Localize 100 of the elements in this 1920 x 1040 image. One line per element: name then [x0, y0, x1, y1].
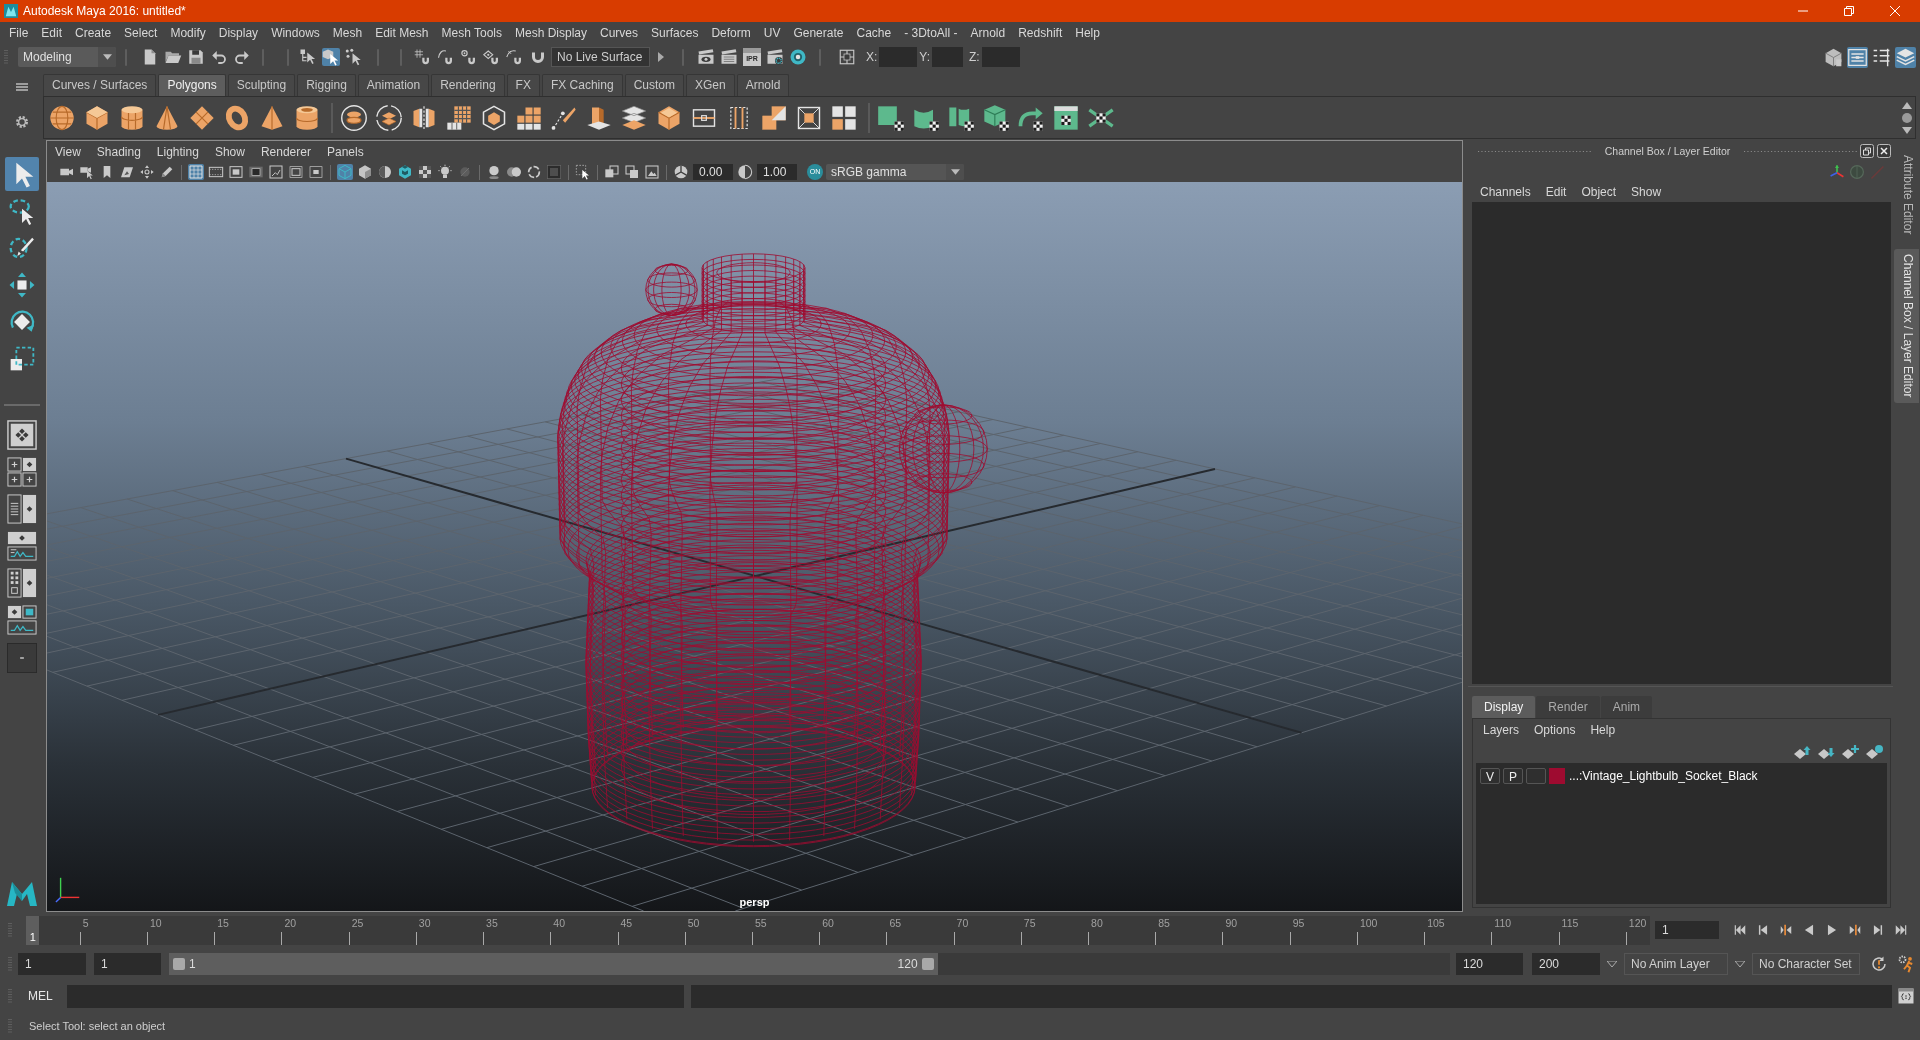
layer-menu-item[interactable]: Help	[1590, 723, 1616, 737]
live-surface-field[interactable]: No Live Surface	[551, 47, 650, 67]
script-editor-icon[interactable]	[1897, 987, 1915, 1005]
four-pane-layout-icon[interactable]	[7, 457, 37, 487]
menu-item[interactable]: Mesh Display	[515, 26, 588, 40]
menu-item[interactable]: Display	[218, 26, 259, 40]
shelf-tab[interactable]: FX	[506, 74, 540, 96]
clapper-gear-icon[interactable]	[766, 48, 784, 66]
stacked-discs-ring-icon[interactable]	[340, 103, 368, 132]
circular-arrow-alert-icon[interactable]	[1870, 955, 1888, 973]
layer-menu-item[interactable]: Options	[1534, 723, 1576, 737]
settings-icon[interactable]	[14, 114, 30, 130]
target-ring-icon[interactable]	[789, 48, 807, 66]
cube-checker-icon[interactable]	[982, 103, 1010, 132]
shelf-tab[interactable]: Rendering	[431, 74, 505, 96]
end-time-field[interactable]: 200	[1532, 953, 1600, 975]
cylinder-icon[interactable]	[118, 103, 146, 132]
torus-icon[interactable]	[223, 103, 251, 132]
range-bar[interactable]: 1 120	[169, 953, 938, 975]
anim-layer-dropdown[interactable]: No Anim Layer	[1624, 953, 1728, 975]
range-handle-icon[interactable]	[173, 958, 185, 970]
layered-squares-icon[interactable]	[624, 164, 640, 180]
clapper-eye-icon[interactable]	[697, 48, 715, 66]
sphere-icon[interactable]	[48, 103, 76, 132]
pipe-icon[interactable]	[293, 103, 321, 132]
diamond-up-arrow-icon[interactable]	[1792, 744, 1812, 760]
dark-frame-icon[interactable]	[248, 164, 264, 180]
diamond-dot-icon[interactable]	[1864, 744, 1884, 760]
channel-box-menu-item[interactable]: Channels	[1480, 185, 1531, 199]
axis-arrows-icon[interactable]	[1829, 164, 1845, 180]
graph-layout-icon[interactable]	[7, 605, 37, 635]
viewport-canvas[interactable]: persp	[47, 182, 1462, 911]
channel-box-menu-item[interactable]: Edit	[1545, 185, 1567, 199]
stacked-planes-icon[interactable]	[620, 103, 648, 132]
reference-toggle[interactable]	[1526, 768, 1546, 784]
menu-item[interactable]: Create	[75, 26, 112, 40]
coordinate-field[interactable]	[879, 47, 918, 67]
menu-item[interactable]: Cache	[856, 26, 892, 40]
magnet-grid-icon[interactable]	[414, 48, 432, 66]
menu-item[interactable]: Arnold	[970, 26, 1006, 40]
viewport-menu-item[interactable]: Panels	[326, 144, 364, 159]
menu-set-dropdown[interactable]: Modeling	[18, 47, 116, 67]
menu-item[interactable]: File	[9, 26, 29, 40]
crosshair-box-icon[interactable]	[838, 48, 856, 66]
current-frame-field[interactable]: 1	[1655, 921, 1719, 939]
pencil-icon[interactable]	[159, 164, 175, 180]
cursor-cube-icon[interactable]	[322, 48, 340, 66]
skewed-plane-icon[interactable]	[119, 164, 135, 180]
pan-arrows-icon[interactable]	[139, 164, 155, 180]
overlap-squares-icon[interactable]	[604, 164, 620, 180]
dotted-grip-icon[interactable]	[1744, 149, 1857, 153]
menu-item[interactable]: UV	[763, 26, 781, 40]
checker-icon[interactable]	[417, 164, 433, 180]
scroll-down-arrow-icon[interactable]	[1902, 126, 1912, 134]
cursor-tree-icon[interactable]	[299, 48, 317, 66]
circle-icon[interactable]	[1902, 112, 1912, 123]
playback-start-field[interactable]: 1	[94, 953, 161, 975]
layer-name[interactable]: ...:Vintage_Lightbulb_Socket_Black	[1569, 769, 1758, 783]
layer-editor-tab[interactable]: Render	[1536, 696, 1600, 718]
menu-item[interactable]: Mesh Tools	[441, 26, 502, 40]
overlap-squares-icon[interactable]	[760, 103, 788, 132]
playhead[interactable]: 1	[26, 915, 40, 945]
redo-icon[interactable]	[233, 48, 251, 66]
right-arrow-icon[interactable]	[658, 52, 664, 62]
shelf-tab[interactable]: XGen	[685, 74, 735, 96]
channel-box-menu-item[interactable]: Object	[1581, 185, 1617, 199]
character-set-dropdown[interactable]: No Character Set	[1752, 953, 1860, 975]
diamond-plus-icon[interactable]	[1840, 744, 1860, 760]
framed-image-icon[interactable]	[644, 164, 660, 180]
range-slider[interactable]: 1 120	[169, 953, 1450, 975]
patterned-cube-icon[interactable]	[397, 164, 413, 180]
menu-item[interactable]: Select	[124, 26, 158, 40]
side-tab[interactable]: Channel Box / Layer Editor	[1894, 249, 1919, 403]
float-window-icon[interactable]	[1860, 144, 1874, 158]
start-time-field[interactable]: 1	[18, 953, 86, 975]
menu-item[interactable]: Edit	[41, 26, 63, 40]
viewport-menu-item[interactable]: Lighting	[156, 144, 199, 159]
menu-item[interactable]: Surfaces	[651, 26, 699, 40]
grid-icon[interactable]	[188, 164, 204, 180]
menu-icon[interactable]	[16, 82, 28, 92]
half-shaded-sphere-icon[interactable]	[377, 164, 393, 180]
close-icon[interactable]	[1877, 144, 1891, 158]
step-forward-frame-icon[interactable]	[1848, 923, 1862, 937]
save-icon[interactable]	[187, 48, 205, 66]
shelf-tab[interactable]: FX Caching	[541, 74, 623, 96]
square-checker-icon[interactable]	[877, 103, 905, 132]
quad-tiles-icon[interactable]	[830, 103, 858, 132]
clapper-icon[interactable]	[720, 48, 738, 66]
split-discs-ring-icon[interactable]	[375, 103, 403, 132]
wireframe-model-drawing[interactable]	[557, 253, 988, 848]
undo-icon[interactable]	[210, 48, 228, 66]
list-panel-icon[interactable]	[1847, 46, 1868, 68]
grid-squares-icon[interactable]	[445, 103, 473, 132]
side-tab[interactable]: Attribute Editor	[1894, 150, 1919, 240]
camera-cursor-icon[interactable]	[79, 164, 95, 180]
coordinate-field[interactable]	[981, 47, 1020, 67]
magnet-point-icon[interactable]	[460, 48, 478, 66]
filled-frame-icon[interactable]	[228, 164, 244, 180]
viewport-menu-item[interactable]: Renderer	[260, 144, 311, 159]
layer-editor-tab[interactable]: Anim	[1600, 696, 1653, 718]
